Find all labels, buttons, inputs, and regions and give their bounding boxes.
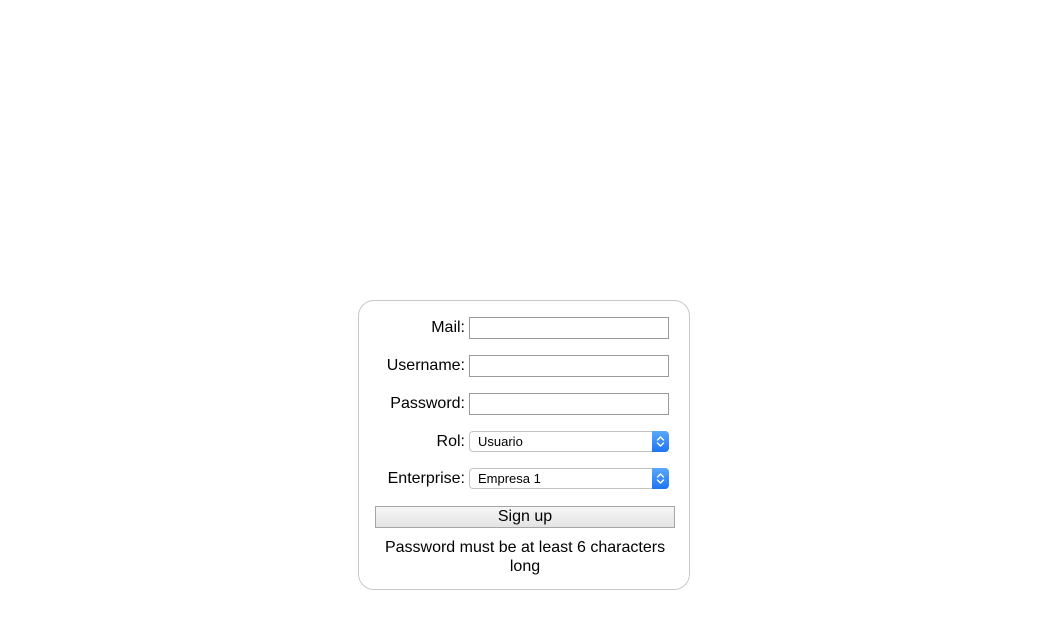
password-validation-message: Password must be at least 6 characters l… bbox=[384, 539, 666, 575]
username-row: Username: bbox=[359, 355, 689, 377]
password-row: Password: bbox=[359, 393, 689, 415]
rol-row: Rol: Usuario bbox=[359, 431, 689, 453]
password-label: Password: bbox=[390, 395, 465, 412]
rol-select[interactable]: Usuario bbox=[469, 431, 669, 452]
enterprise-select[interactable]: Empresa 1 bbox=[469, 468, 669, 489]
username-label: Username: bbox=[386, 357, 465, 374]
enterprise-label: Enterprise: bbox=[387, 470, 465, 487]
sign-up-button[interactable]: Sign up bbox=[375, 506, 675, 528]
chevron-up-down-icon[interactable] bbox=[652, 431, 669, 452]
enterprise-selected-value: Empresa 1 bbox=[478, 471, 541, 486]
mail-label: Mail: bbox=[431, 319, 465, 336]
password-input[interactable] bbox=[469, 393, 669, 415]
username-input[interactable] bbox=[469, 355, 669, 377]
chevron-up-down-icon[interactable] bbox=[652, 468, 669, 489]
signup-form-card: Mail: Username: Password: Rol: Usuario E… bbox=[358, 300, 690, 590]
rol-selected-value: Usuario bbox=[478, 434, 523, 449]
mail-input[interactable] bbox=[469, 317, 669, 339]
mail-row: Mail: bbox=[359, 317, 689, 339]
rol-label: Rol: bbox=[436, 433, 465, 450]
enterprise-row: Enterprise: Empresa 1 bbox=[359, 468, 689, 490]
